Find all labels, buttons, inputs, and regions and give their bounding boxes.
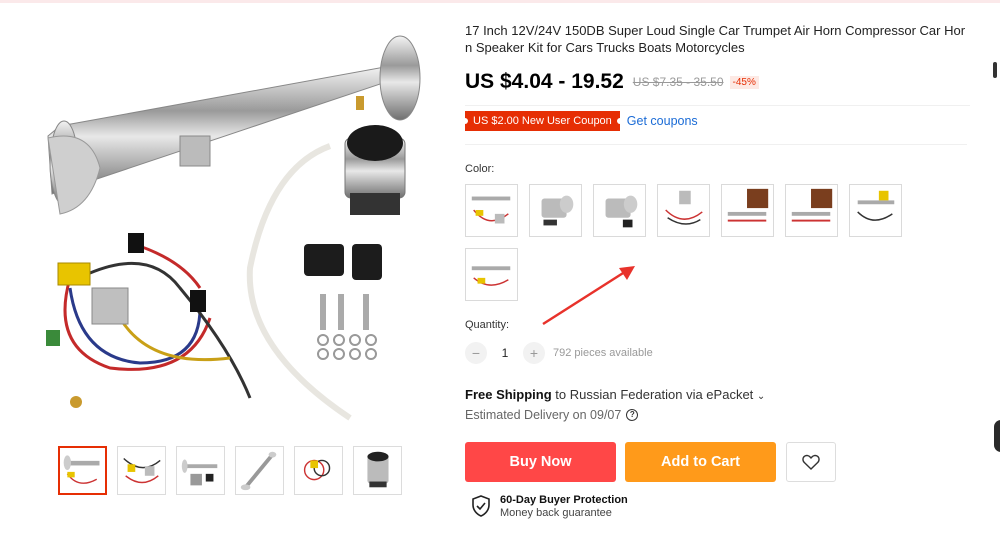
buy-now-button[interactable]: Buy Now	[465, 442, 616, 482]
get-coupons-link[interactable]: Get coupons	[627, 114, 698, 128]
wishlist-button[interactable]	[786, 442, 836, 482]
add-to-cart-button[interactable]: Add to Cart	[625, 442, 776, 482]
protection-title: 60-Day Buyer Protection	[500, 494, 628, 506]
scrollbar-marker	[993, 62, 997, 78]
action-buttons: Buy Now Add to Cart	[465, 442, 970, 482]
quantity-increase-button[interactable]: +	[523, 342, 545, 364]
estimated-delivery: Estimated Delivery on 09/07 ?	[465, 408, 970, 422]
quantity-stepper: − 1 + 792 pieces available	[465, 342, 970, 364]
thumbnail-4[interactable]	[235, 446, 284, 495]
free-shipping-label: Free Shipping	[465, 387, 552, 402]
pieces-available: 792 pieces available	[553, 347, 653, 359]
thumbnail-5[interactable]	[294, 446, 343, 495]
annotation-arrow	[542, 266, 635, 326]
protection-text: 60-Day Buyer Protection Money back guara…	[500, 494, 628, 519]
color-option-7[interactable]	[849, 184, 902, 237]
color-option-5[interactable]	[721, 184, 774, 237]
quantity-decrease-button[interactable]: −	[465, 342, 487, 364]
thumbnail-2[interactable]	[117, 446, 166, 495]
color-option-8[interactable]	[465, 248, 518, 301]
thumbnail-strip	[58, 446, 402, 495]
help-icon[interactable]: ?	[626, 409, 639, 421]
product-title: 17 Inch 12V/24V 150DB Super Loud Single …	[465, 23, 966, 55]
color-swatches	[465, 184, 915, 301]
air-horn-kit-illustration	[46, 35, 421, 421]
new-user-coupon-badge[interactable]: US $2.00 New User Coupon	[462, 111, 623, 131]
quantity-value[interactable]: 1	[487, 346, 523, 360]
heart-icon	[802, 454, 820, 470]
side-scroll-handle[interactable]	[994, 420, 1000, 452]
thumbnail-6[interactable]	[353, 446, 402, 495]
top-accent-strip	[0, 0, 1000, 3]
shield-check-icon	[472, 495, 490, 517]
color-label: Color:	[465, 163, 495, 175]
shipping-info[interactable]: Free Shipping to Russian Federation via …	[465, 387, 970, 402]
delivery-date-text: Estimated Delivery on 09/07	[465, 408, 622, 422]
divider	[465, 144, 967, 145]
buyer-protection: 60-Day Buyer Protection Money back guara…	[465, 494, 970, 519]
current-price: US $4.04 - 19.52	[465, 70, 624, 93]
shipping-destination: to Russian Federation via ePacket	[551, 387, 754, 402]
discount-badge: -45%	[729, 75, 759, 89]
color-option-6[interactable]	[785, 184, 838, 237]
main-product-image[interactable]	[30, 18, 440, 433]
chevron-down-icon[interactable]: ⌄	[757, 391, 765, 402]
color-option-3[interactable]	[593, 184, 646, 237]
protection-subtitle: Money back guarantee	[500, 507, 612, 519]
thumbnail-3[interactable]	[176, 446, 225, 495]
thumbnail-1[interactable]	[58, 446, 107, 495]
original-price: US $7.35 - 35.50	[632, 75, 724, 89]
color-option-1[interactable]	[465, 184, 518, 237]
color-option-4[interactable]	[657, 184, 710, 237]
color-option-2[interactable]	[529, 184, 582, 237]
price-row: US $4.04 - 19.52 US $7.35 - 35.50 -45%	[465, 70, 970, 106]
coupon-row: US $2.00 New User Coupon Get coupons	[462, 110, 970, 132]
